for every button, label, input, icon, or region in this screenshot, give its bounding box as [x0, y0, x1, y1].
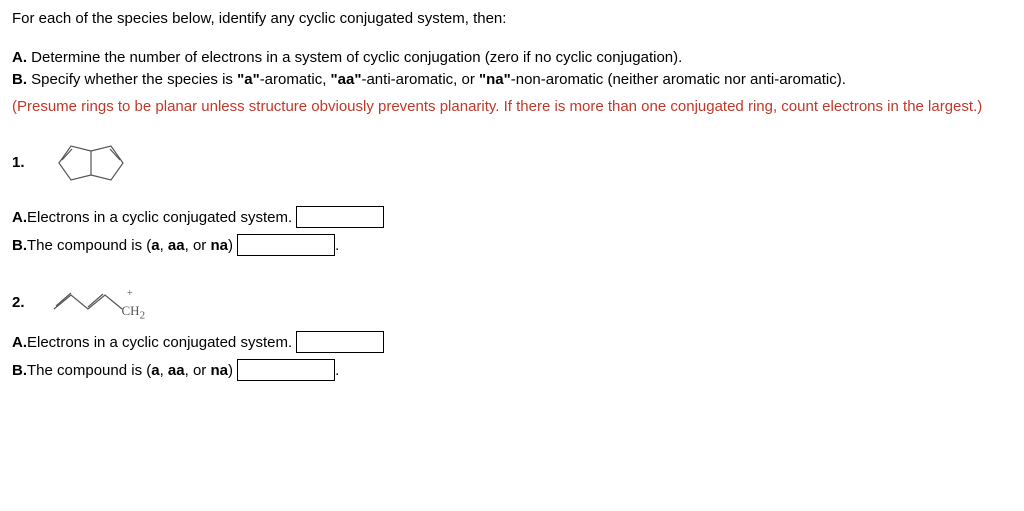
q1-b-na: na — [210, 237, 228, 254]
q1-structure-icon — [49, 138, 139, 188]
question-2: 2. + CH2 A.Electrons in a cyclic conjuga… — [12, 285, 1012, 382]
q2-a-label: A. — [12, 334, 27, 351]
option-a: A. Determine the number of electrons in … — [12, 47, 1012, 70]
q1-b-label: B. — [12, 237, 27, 254]
q2-b-label: B. — [12, 362, 27, 379]
q2-b-sep2: , or — [185, 362, 211, 379]
option-b-a-bold: "a" — [237, 71, 260, 88]
q1-aromaticity-input[interactable] — [237, 234, 335, 256]
q1-a-label: A. — [12, 209, 27, 226]
option-b-text1: Specify whether the species is — [27, 71, 237, 88]
option-b: B. Specify whether the species is "a"-ar… — [12, 69, 1012, 92]
svg-text:+: + — [127, 288, 133, 299]
q1-b-sep1: , — [160, 237, 168, 254]
q1-answer-a: A.Electrons in a cyclic conjugated syste… — [12, 206, 1012, 230]
q2-structure-icon: + CH2 — [49, 285, 169, 321]
q2-electrons-input[interactable] — [296, 331, 384, 353]
option-a-label: A. — [12, 49, 27, 66]
q2-b-na: na — [210, 362, 228, 379]
q2-b-aa: aa — [168, 362, 185, 379]
option-b-na-text: -non-aromatic (neither aromatic nor anti… — [511, 71, 846, 88]
q1-electrons-input[interactable] — [296, 206, 384, 228]
q2-a-text: Electrons in a cyclic conjugated system. — [27, 334, 292, 351]
q1-a-text: Electrons in a cyclic conjugated system. — [27, 209, 292, 226]
option-b-label: B. — [12, 71, 27, 88]
q2-ch2-sub: 2 — [140, 310, 146, 322]
q1-b-sep2: , or — [185, 237, 211, 254]
option-b-a-text: -aromatic, — [260, 71, 331, 88]
q2-b-period: . — [335, 362, 339, 379]
option-b-na-bold: "na" — [479, 71, 511, 88]
q1-number: 1. — [12, 152, 25, 175]
option-b-aa-bold: "aa" — [331, 71, 362, 88]
question-1: 1. A.Electrons in a cyclic conjugated sy… — [12, 138, 1012, 257]
q2-answer-a: A.Electrons in a cyclic conjugated syste… — [12, 331, 1012, 355]
options-block: A. Determine the number of electrons in … — [12, 47, 1012, 92]
intro-text: For each of the species below, identify … — [12, 8, 1012, 31]
q2-b-a: a — [151, 362, 159, 379]
q1-b-text1: The compound is ( — [27, 237, 151, 254]
option-b-aa-text: -anti-aromatic, or — [361, 71, 479, 88]
q2-answer-b: B.The compound is (a, aa, or na) . — [12, 359, 1012, 383]
q1-b-a: a — [151, 237, 159, 254]
q1-b-aa: aa — [168, 237, 185, 254]
q2-number: 2. — [12, 292, 25, 315]
q1-b-period: . — [335, 237, 339, 254]
q2-aromaticity-input[interactable] — [237, 359, 335, 381]
q1-answer-b: B.The compound is (a, aa, or na) . — [12, 234, 1012, 258]
q2-header: 2. + CH2 — [12, 285, 1012, 321]
q2-b-sep1: , — [160, 362, 168, 379]
q2-ch2-text: CH — [122, 303, 140, 318]
q1-header: 1. — [12, 138, 1012, 188]
q1-b-close: ) — [228, 237, 233, 254]
option-a-text: Determine the number of electrons in a s… — [27, 49, 682, 66]
q2-b-text1: The compound is ( — [27, 362, 151, 379]
hint-text: (Presume rings to be planar unless struc… — [12, 96, 1012, 119]
q2-b-close: ) — [228, 362, 233, 379]
